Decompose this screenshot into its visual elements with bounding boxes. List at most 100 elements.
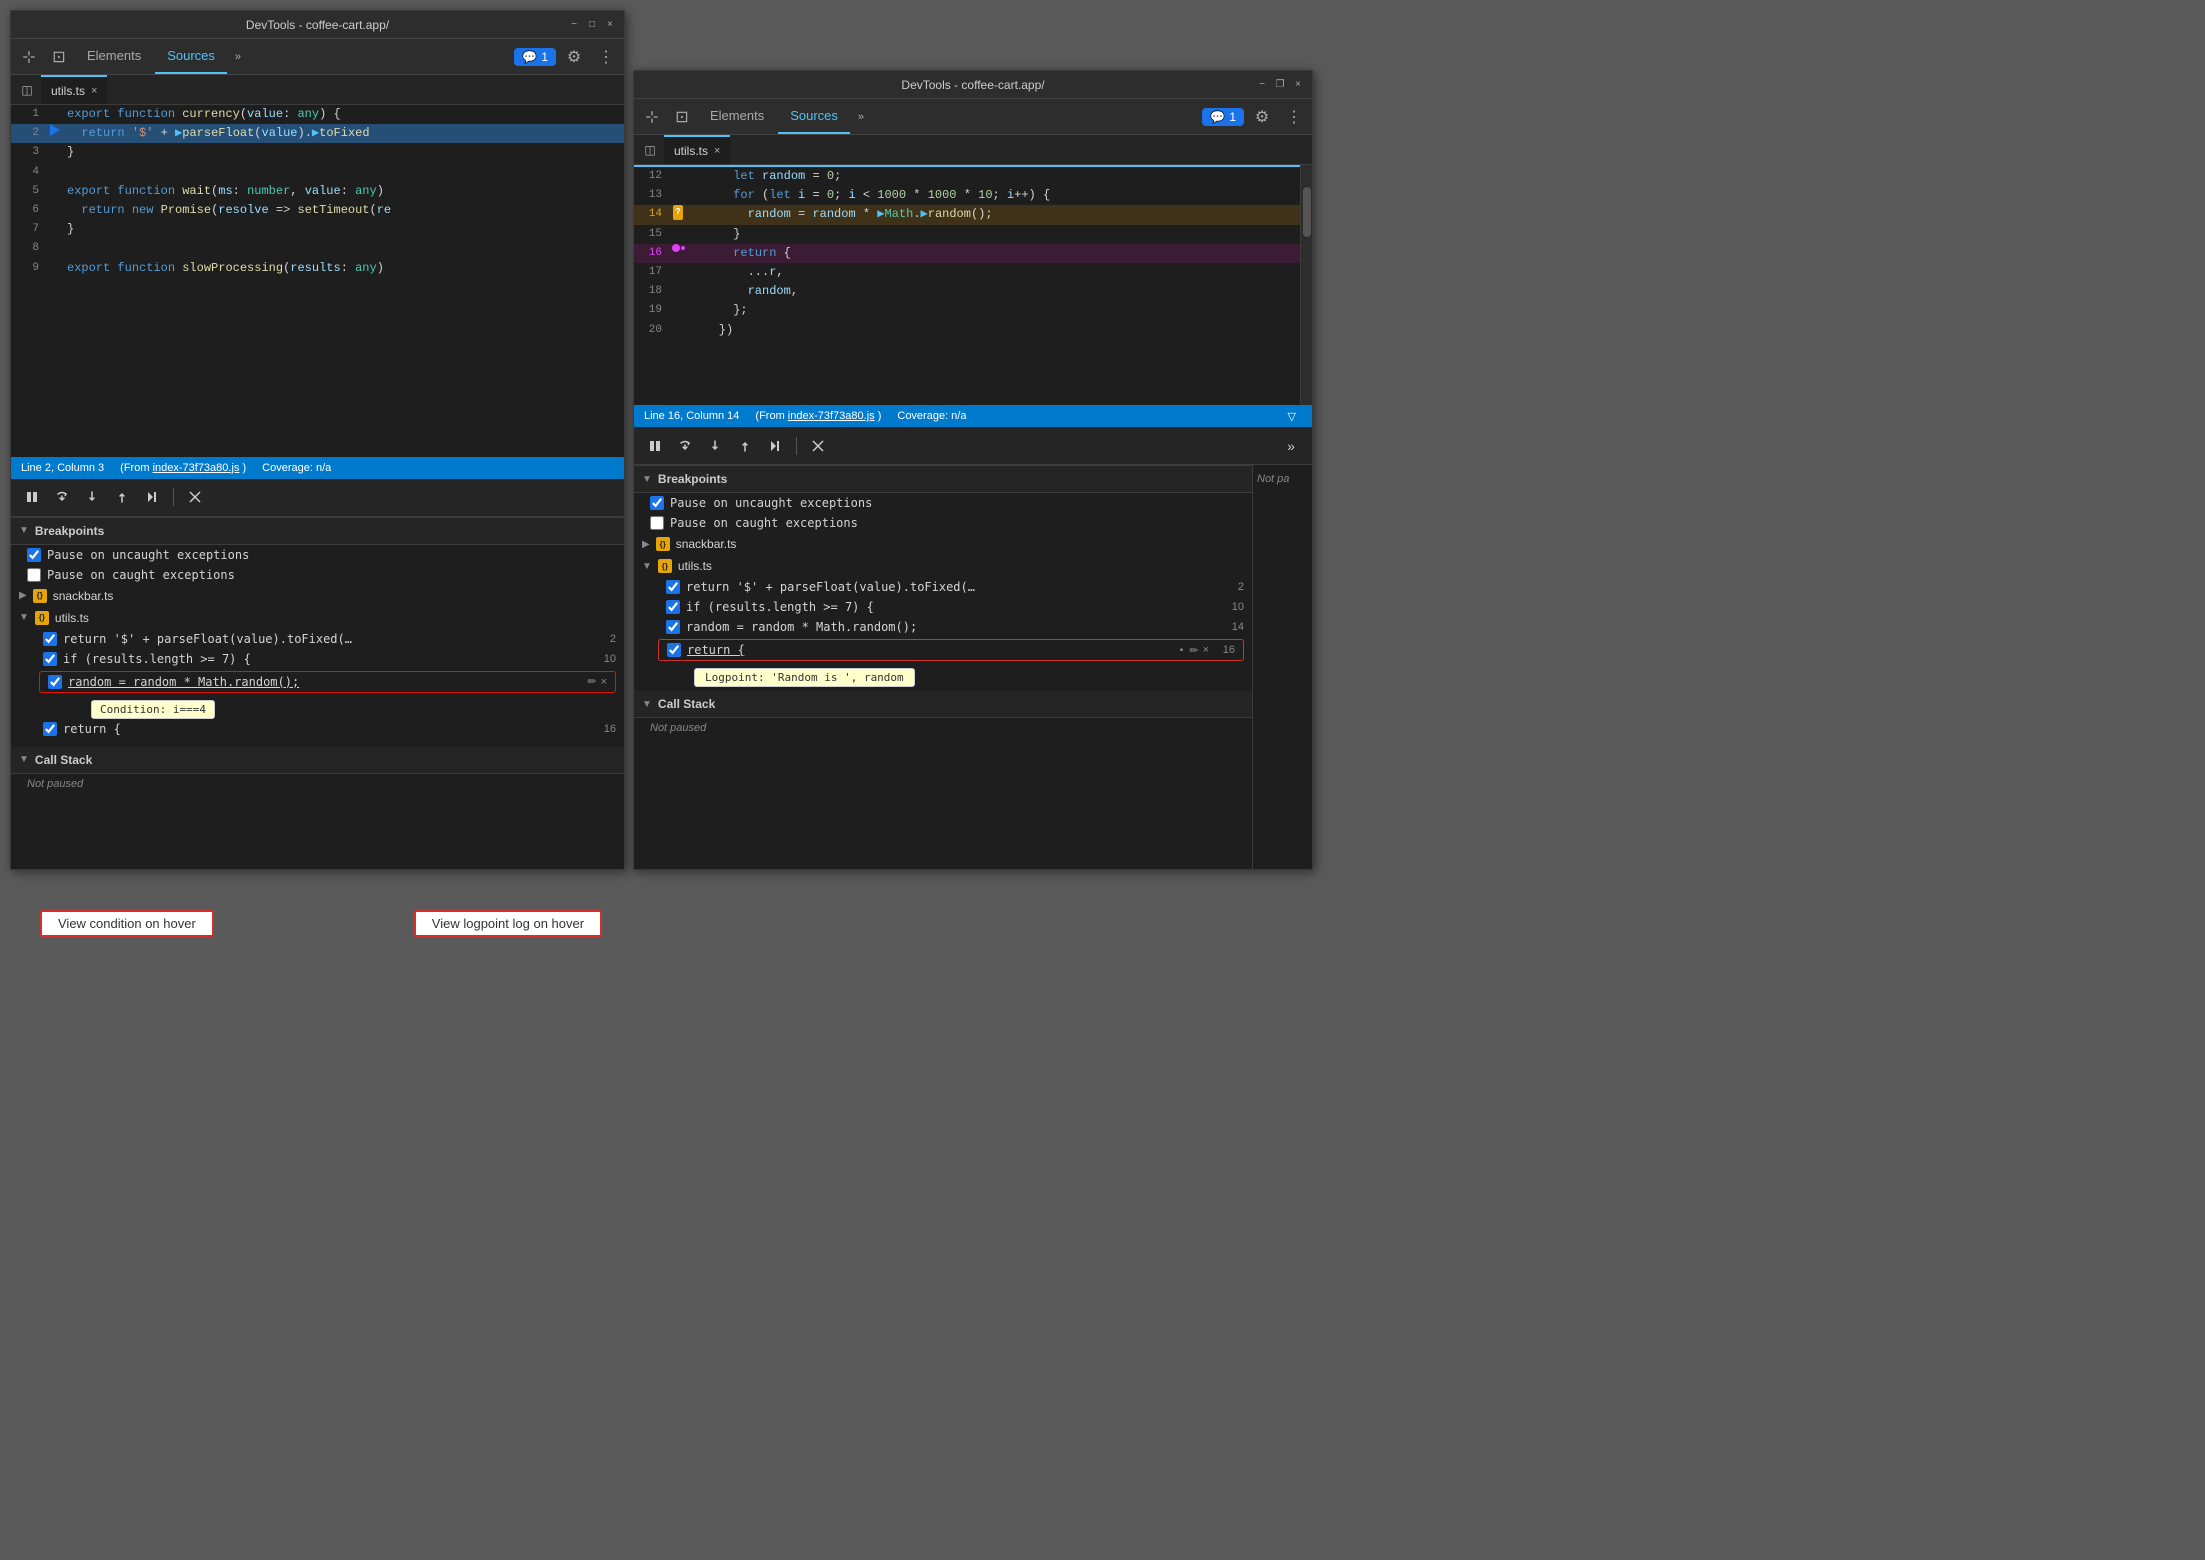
bp-check-1-1[interactable] [43,632,57,646]
code-line-18: 18 random, [634,282,1300,301]
device-icon-1[interactable]: ⊡ [45,43,73,71]
tab-elements-2[interactable]: Elements [698,99,776,134]
continue-btn-1[interactable] [139,484,165,510]
scrollbar-2[interactable] [1300,165,1312,405]
code-line-4: 4 [11,163,624,182]
close-btn-1[interactable]: × [604,19,616,31]
bp-check-2-1[interactable] [666,580,680,594]
status-bar-2: Line 16, Column 14 (From index-73f73a80.… [634,405,1312,427]
from-text-1: (From index-73f73a80.js ) [120,462,246,474]
utils-icon-1: {} [35,611,49,625]
step-over-btn-2[interactable] [672,433,698,459]
file-group-snackbar-2[interactable]: ▶ {} snackbar.ts [634,533,1252,555]
file-group-utils-1[interactable]: ▼ {} utils.ts [11,607,624,629]
inspect-icon-1[interactable]: ⊹ [15,43,43,71]
restore-btn-1[interactable]: □ [586,19,598,31]
status-left-2: Line 16, Column 14 (From index-73f73a80.… [644,410,966,422]
badge-btn-1[interactable]: 💬 1 [514,48,556,66]
status-collapse-2[interactable]: ▽ [1282,410,1302,423]
chat-icon-2: 💬 [1210,110,1225,124]
bp-edit-icon-1[interactable]: ✏ [587,675,596,688]
bp-text-2-3: random = random * Math.random(); [686,620,1218,634]
sidebar-toggle-1[interactable]: ◫ [15,78,39,102]
code-line-7: 7 } [11,220,624,239]
step-over-btn-1[interactable] [49,484,75,510]
code-area-2: 12 let random = 0; 13 for (let i = 0; i … [634,165,1312,405]
pause-caught-check-2[interactable] [650,516,664,530]
debug-separator-1 [173,488,174,506]
bp-check-2-3[interactable] [666,620,680,634]
from-link-1[interactable]: index-73f73a80.js [153,462,240,474]
pause-btn-2[interactable] [642,433,668,459]
deactivate-btn-2[interactable] [805,433,831,459]
snackbar-expand-arrow-1: ▶ [19,590,27,601]
top-tabs-2: ⊹ ⊡ Elements Sources » 💬 1 ⚙ ⋮ [634,99,1312,135]
more-btn-2[interactable]: » [1278,433,1304,459]
minimize-btn-2[interactable]: − [1256,79,1268,91]
pause-uncaught-row-2: Pause on uncaught exceptions [634,493,1252,513]
file-tab-utils-2[interactable]: utils.ts × [664,135,730,164]
close-btn-2[interactable]: × [1292,79,1304,91]
more-icon-1[interactable]: ⋮ [592,43,620,71]
file-group-snackbar-1[interactable]: ▶ {} snackbar.ts [11,585,624,607]
bp-edit-icon-2[interactable]: ✏ [1189,644,1198,657]
bp-check-1-2[interactable] [43,652,57,666]
step-into-btn-1[interactable] [79,484,105,510]
from-link-2[interactable]: index-73f73a80.js [788,410,875,422]
tab-sources-2[interactable]: Sources [778,99,850,134]
debug-separator-2 [796,437,797,455]
pause-uncaught-check-2[interactable] [650,496,664,510]
bp-check-1-4[interactable] [43,722,57,736]
titlebar-1: DevTools - coffee-cart.app/ − □ × [11,11,624,39]
tab-more-1[interactable]: » [229,47,247,67]
inspect-icon-2[interactable]: ⊹ [638,103,666,131]
breakpoints-header-1[interactable]: ▼ Breakpoints [11,518,624,545]
bp-delete-icon-1[interactable]: × [601,676,607,688]
right-panel-2: Not pa [1252,465,1312,869]
device-icon-2[interactable]: ⊡ [668,103,696,131]
tab-elements-1[interactable]: Elements [75,39,153,74]
file-group-utils-2[interactable]: ▼ {} utils.ts [634,555,1252,577]
file-tab-utils-1[interactable]: utils.ts × [41,75,107,104]
pause-caught-check-1[interactable] [27,568,41,582]
bp-check-1-3[interactable] [48,675,62,689]
snackbar-icon-2: {} [656,537,670,551]
bp-line-1-1: 2 [596,633,616,645]
callstack-header-2[interactable]: ▼ Call Stack [634,691,1252,718]
callstack-header-1[interactable]: ▼ Call Stack [11,747,624,774]
tab-sources-1[interactable]: Sources [155,39,227,74]
code-line-6: 6 return new Promise(resolve => setTimeo… [11,201,624,220]
file-tabs-2: ◫ utils.ts × [634,135,1312,165]
file-tab-close-2[interactable]: × [714,145,720,157]
continue-btn-2[interactable] [762,433,788,459]
step-out-btn-1[interactable] [109,484,135,510]
bp-delete-icon-2[interactable]: × [1203,644,1209,656]
utils-expand-arrow-2: ▼ [642,561,652,572]
bp-item-2-3: random = random * Math.random(); 14 [634,617,1252,637]
badge-count-2: 1 [1229,110,1236,124]
bp-line-2-1: 2 [1224,581,1244,593]
tabs-right-1: 💬 1 ⚙ ⋮ [514,43,620,71]
bp-line-2-4: 16 [1215,644,1235,656]
file-tab-close-1[interactable]: × [91,85,97,97]
bp-text-2-2: if (results.length >= 7) { [686,600,1218,614]
file-tab-name-2: utils.ts [674,144,708,158]
bp-item-1-1: return '$' + parseFloat(value).toFixed(…… [11,629,624,649]
bp-check-2-4[interactable] [667,643,681,657]
bp-check-2-2[interactable] [666,600,680,614]
sidebar-toggle-2[interactable]: ◫ [638,138,662,162]
breakpoints-header-2[interactable]: ▼ Breakpoints [634,466,1252,493]
restore-btn-2[interactable]: ❐ [1274,79,1286,91]
deactivate-btn-1[interactable] [182,484,208,510]
pause-uncaught-check-1[interactable] [27,548,41,562]
settings-icon-1[interactable]: ⚙ [560,43,588,71]
utils-icon-2: {} [658,559,672,573]
more-icon-2[interactable]: ⋮ [1280,103,1308,131]
step-into-btn-2[interactable] [702,433,728,459]
settings-icon-2[interactable]: ⚙ [1248,103,1276,131]
pause-btn-1[interactable] [19,484,45,510]
step-out-btn-2[interactable] [732,433,758,459]
badge-btn-2[interactable]: 💬 1 [1202,108,1244,126]
minimize-btn-1[interactable]: − [568,19,580,31]
tab-more-2[interactable]: » [852,107,870,127]
